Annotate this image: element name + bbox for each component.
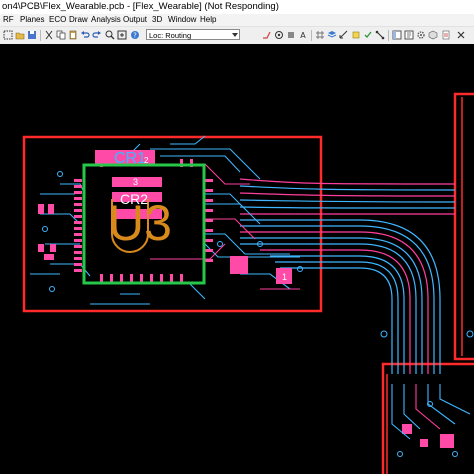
zoom-fit-icon[interactable]: [117, 30, 127, 40]
board-outline-main: [22, 135, 323, 313]
highlight-icon[interactable]: [351, 30, 361, 40]
label-pin-2: 2: [144, 156, 149, 165]
title-bar: on4\PCB\Flex_Wearable.pcb - [Flex_Wearab…: [0, 0, 474, 15]
measure-icon[interactable]: [339, 30, 349, 40]
view-3d-icon[interactable]: [428, 30, 438, 40]
location-select-label: Loc: Routing: [149, 31, 192, 40]
copy-icon[interactable]: [56, 30, 66, 40]
pcb-canvas[interactable]: CR1 2 3 CR2 U3 1: [0, 44, 474, 474]
svg-text:A: A: [300, 31, 306, 40]
drc-icon[interactable]: [363, 30, 373, 40]
toolbar-separator: [311, 30, 312, 41]
menu-eco[interactable]: ECO: [49, 14, 66, 26]
menu-help[interactable]: Help: [200, 14, 216, 26]
flex-trace-bundle: [239, 178, 456, 374]
menu-bar: RF Planes ECO Draw Analysis Output 3D Wi…: [0, 14, 474, 26]
grid-icon[interactable]: [315, 30, 325, 40]
select-grid-icon[interactable]: [3, 30, 13, 40]
menu-window[interactable]: Window: [168, 14, 196, 26]
toolbar: ? Loc: Routing A: [0, 26, 474, 45]
menu-rf[interactable]: RF: [3, 14, 14, 26]
menu-planes[interactable]: Planes: [20, 14, 44, 26]
menu-analysis[interactable]: Analysis: [91, 14, 121, 26]
window-title: on4\PCB\Flex_Wearable.pcb - [Flex_Wearab…: [2, 1, 279, 12]
undo-icon[interactable]: [80, 30, 90, 40]
help-icon[interactable]: ?: [130, 30, 140, 40]
close-view-icon[interactable]: [456, 30, 466, 40]
chevron-down-icon: [232, 33, 238, 37]
label-pin-3: 3: [133, 177, 139, 187]
board-outline-right: [453, 92, 474, 361]
via-icon[interactable]: [274, 30, 284, 40]
properties-icon[interactable]: [404, 30, 414, 40]
net-icon[interactable]: [375, 30, 385, 40]
report-icon[interactable]: [441, 30, 451, 40]
route-icon[interactable]: [262, 30, 272, 40]
layers-icon[interactable]: [327, 30, 337, 40]
panel-icon[interactable]: [392, 30, 402, 40]
label-pin-1: 1: [282, 272, 288, 282]
open-folder-icon[interactable]: [15, 30, 25, 40]
cut-icon[interactable]: [44, 30, 54, 40]
redo-icon[interactable]: [92, 30, 102, 40]
settings-icon[interactable]: [416, 30, 426, 40]
text-icon[interactable]: A: [298, 30, 308, 40]
svg-text:?: ?: [133, 32, 137, 40]
menu-draw[interactable]: Draw: [69, 14, 88, 26]
toolbar-separator: [40, 30, 41, 41]
menu-output[interactable]: Output: [123, 14, 147, 26]
pcb-layout: [22, 92, 474, 474]
location-select[interactable]: Loc: Routing: [146, 29, 240, 40]
menu-3d[interactable]: 3D: [152, 14, 162, 26]
label-u3: U3: [108, 195, 172, 251]
save-icon[interactable]: [27, 30, 37, 40]
label-cr1: CR1: [114, 150, 147, 167]
pad-icon[interactable]: [286, 30, 296, 40]
zoom-icon[interactable]: [105, 30, 115, 40]
toolbar-separator: [388, 30, 389, 41]
paste-icon[interactable]: [68, 30, 78, 40]
